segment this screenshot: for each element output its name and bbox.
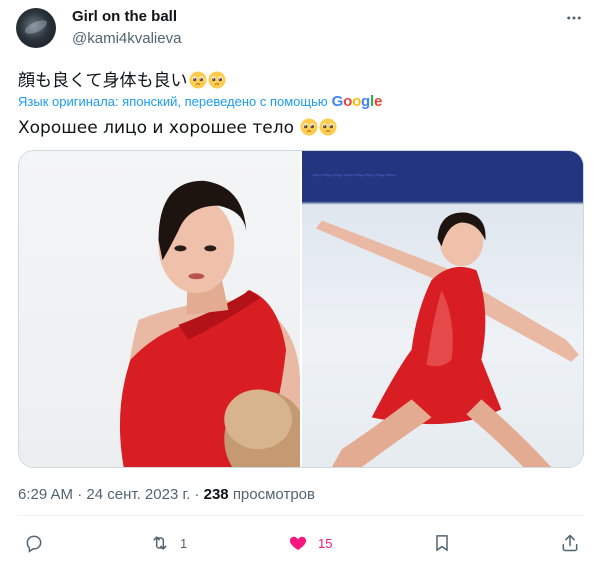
photo-skater-spin[interactable]: ~~~~~~~~ bbox=[302, 151, 583, 467]
skater-portrait-illustration bbox=[119, 180, 300, 467]
share-icon bbox=[562, 534, 578, 552]
reply-icon bbox=[26, 535, 42, 553]
meta-separator: · bbox=[77, 486, 83, 503]
bookmark-icon bbox=[436, 535, 448, 552]
tweet-time[interactable]: 6:29 AM bbox=[18, 486, 73, 503]
tweet-original-text: 顔も良くて身体も良い bbox=[18, 66, 226, 91]
skater-spin-illustration: ~~~~~~~~ bbox=[302, 151, 583, 467]
share-button[interactable] bbox=[560, 533, 580, 553]
pleading-face-icon bbox=[208, 71, 226, 89]
avatar[interactable] bbox=[16, 8, 56, 48]
original-text: 顔も良くて身体も良い bbox=[18, 71, 188, 91]
bookmark-button[interactable] bbox=[432, 533, 462, 553]
views-label: просмотров bbox=[232, 486, 315, 503]
heart-icon bbox=[289, 536, 307, 551]
tweet-media[interactable]: ~~~~~~~~ bbox=[18, 150, 584, 468]
author-handle[interactable]: @kami4kvalieva bbox=[72, 30, 181, 47]
like-count: 15 bbox=[318, 535, 333, 551]
translation-note-text: Язык оригинала: японский, переведено с п… bbox=[18, 94, 328, 109]
translated-text: Хорошее лицо и хорошее тело bbox=[18, 118, 295, 138]
retweet-icon bbox=[153, 536, 167, 550]
pleading-face-icon bbox=[189, 71, 207, 89]
divider bbox=[18, 515, 584, 516]
translation-note[interactable]: Язык оригинала: японский, переведено с п… bbox=[18, 93, 382, 110]
views-count: 238 bbox=[203, 486, 229, 503]
pleading-face-icon bbox=[300, 118, 318, 136]
retweet-count: 1 bbox=[180, 535, 188, 551]
like-button[interactable]: 15 bbox=[288, 533, 332, 553]
svg-text:~~~~~~~~: ~~~~~~~~ bbox=[312, 165, 396, 185]
more-options-button[interactable] bbox=[564, 8, 584, 28]
reply-button[interactable] bbox=[24, 533, 54, 553]
google-logo: Google bbox=[331, 93, 383, 110]
retweet-button[interactable]: 1 bbox=[150, 533, 187, 553]
tweet-date[interactable]: 24 сент. 2023 г. bbox=[86, 486, 190, 503]
tweet-translated-text: Хорошее лицо и хорошее тело bbox=[18, 118, 337, 138]
meta-separator-2: · bbox=[194, 486, 200, 503]
tweet-meta: 6:29 AM · 24 сент. 2023 г. · 238 просмот… bbox=[18, 486, 315, 503]
photo-skater-portrait[interactable] bbox=[19, 151, 300, 467]
author-display-name[interactable]: Girl on the ball bbox=[72, 8, 177, 25]
pleading-face-icon bbox=[319, 118, 337, 136]
more-icon bbox=[567, 16, 581, 20]
